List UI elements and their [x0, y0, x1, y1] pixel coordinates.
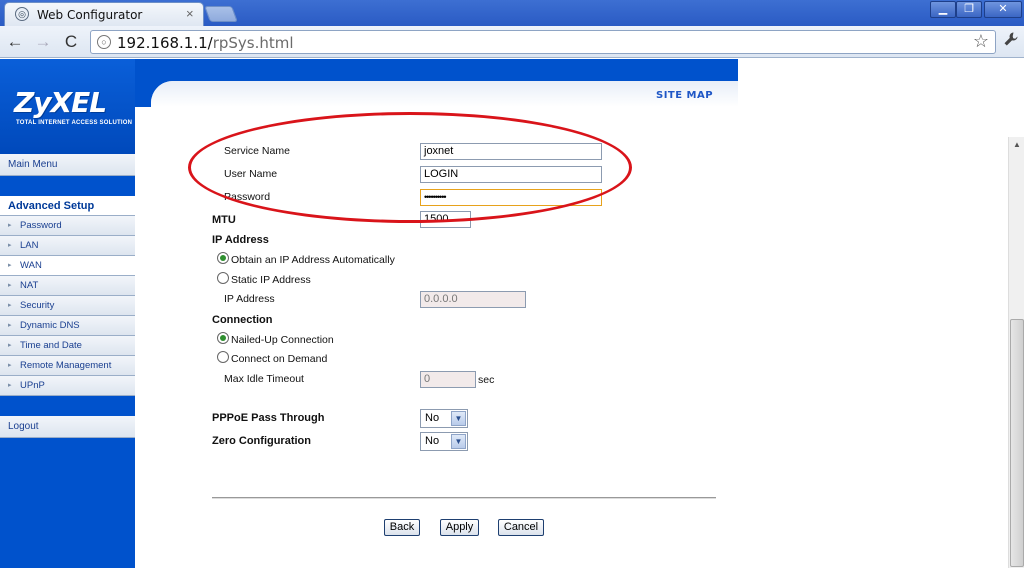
- address-bar[interactable]: ○ 192.168.1.1/rpSys.html ☆: [90, 30, 996, 54]
- zero-configuration-select[interactable]: No ▼: [420, 432, 468, 451]
- pppoe-pass-through-select[interactable]: No ▼: [420, 409, 468, 428]
- scroll-up-arrow-icon[interactable]: ▲: [1009, 137, 1024, 153]
- static-ip-radio[interactable]: [217, 272, 229, 284]
- maximize-button[interactable]: ❐: [956, 1, 982, 18]
- zero-configuration-value: No: [425, 435, 440, 447]
- user-name-input[interactable]: LOGIN: [420, 166, 602, 183]
- service-name-input[interactable]: joxnet: [420, 143, 602, 160]
- forward-arrow-icon[interactable]: →: [32, 31, 54, 53]
- router-config-page: ZyXEL TOTAL INTERNET ACCESS SOLUTION Mai…: [0, 59, 1024, 568]
- logo-tagline: TOTAL INTERNET ACCESS SOLUTION: [16, 120, 133, 126]
- sidebar-item-dynamic-dns[interactable]: Dynamic DNS: [0, 316, 135, 336]
- connect-on-demand-label: Connect on Demand: [231, 353, 328, 365]
- bookmark-star-icon[interactable]: ☆: [973, 31, 989, 52]
- sidebar-item-main-menu[interactable]: Main Menu: [0, 154, 135, 176]
- max-idle-timeout-label: Max Idle Timeout: [224, 373, 304, 385]
- sidebar-item-security[interactable]: Security: [0, 296, 135, 316]
- sidebar-menu: Main Menu Advanced Setup Password LAN WA…: [0, 154, 135, 438]
- chevron-down-icon: ▼: [451, 411, 466, 426]
- url-host: 192.168.1.1/: [117, 34, 213, 52]
- obtain-ip-auto-label: Obtain an IP Address Automatically: [231, 254, 395, 266]
- user-name-label: User Name: [224, 168, 278, 180]
- zero-configuration-label: Zero Configuration: [212, 435, 311, 447]
- ip-address-input[interactable]: 0.0.0.0: [420, 291, 526, 308]
- vertical-scrollbar[interactable]: ▲: [1008, 137, 1024, 568]
- sidebar-item-lan[interactable]: LAN: [0, 236, 135, 256]
- sidebar-item-upnp[interactable]: UPnP: [0, 376, 135, 396]
- sidebar-item-remote-management[interactable]: Remote Management: [0, 356, 135, 376]
- scrollbar-thumb[interactable]: [1010, 319, 1024, 567]
- sidebar-item-nat[interactable]: NAT: [0, 276, 135, 296]
- sidebar-item-password[interactable]: Password: [0, 216, 135, 236]
- sidebar: ZyXEL TOTAL INTERNET ACCESS SOLUTION Mai…: [0, 59, 135, 568]
- cancel-button[interactable]: Cancel: [498, 519, 544, 536]
- menu-gap: [0, 396, 135, 416]
- close-tab-icon[interactable]: ×: [186, 6, 194, 21]
- seconds-unit-label: sec: [478, 374, 495, 386]
- service-name-label: Service Name: [224, 145, 290, 157]
- browser-tab[interactable]: ◎ Web Configurator ×: [4, 2, 204, 26]
- menu-gap: [0, 176, 135, 196]
- minimize-button[interactable]: ▁: [930, 1, 956, 18]
- url-path: rpSys.html: [212, 34, 294, 52]
- back-arrow-icon[interactable]: ←: [4, 31, 26, 53]
- apply-button[interactable]: Apply: [440, 519, 479, 536]
- chevron-down-icon: ▼: [451, 434, 466, 449]
- globe-icon: ◎: [15, 7, 29, 21]
- connect-on-demand-radio[interactable]: [217, 351, 229, 363]
- sidebar-item-wan[interactable]: WAN: [0, 256, 135, 276]
- max-idle-timeout-input[interactable]: 0: [420, 371, 476, 388]
- connection-section-title: Connection: [212, 314, 273, 326]
- obtain-ip-auto-radio[interactable]: [217, 252, 229, 264]
- sidebar-item-logout[interactable]: Logout: [0, 416, 135, 438]
- zyxel-logo: ZyXEL: [14, 86, 107, 119]
- mtu-input[interactable]: 1500: [420, 211, 471, 228]
- site-map-link[interactable]: SITE MAP: [656, 90, 713, 101]
- back-button[interactable]: Back: [384, 519, 420, 536]
- browser-toolbar: ← → C ○ 192.168.1.1/rpSys.html ☆: [0, 26, 1024, 58]
- close-window-button[interactable]: ✕: [984, 1, 1022, 18]
- pppoe-pass-through-label: PPPoE Pass Through: [212, 412, 325, 424]
- nailed-up-label: Nailed-Up Connection: [231, 334, 334, 346]
- browser-titlebar: ◎ Web Configurator × ▁ ❐ ✕: [0, 0, 1024, 26]
- pppoe-pass-through-value: No: [425, 412, 440, 424]
- logo-area: ZyXEL TOTAL INTERNET ACCESS SOLUTION: [0, 59, 135, 154]
- static-ip-label: Static IP Address: [231, 274, 311, 286]
- sitemap-bar: [151, 81, 738, 107]
- ip-address-label: IP Address: [224, 293, 275, 305]
- url-text: 192.168.1.1/rpSys.html: [117, 34, 294, 52]
- reload-icon[interactable]: C: [60, 31, 82, 53]
- tab-title: Web Configurator: [37, 8, 143, 22]
- password-label: Password: [224, 191, 271, 203]
- sidebar-item-time-and-date[interactable]: Time and Date: [0, 336, 135, 356]
- page-icon: ○: [97, 35, 111, 49]
- ip-address-section-title: IP Address: [212, 234, 269, 246]
- form-divider: [212, 497, 716, 499]
- wrench-icon[interactable]: [1000, 30, 1022, 54]
- new-tab-button[interactable]: [204, 6, 238, 22]
- password-input[interactable]: ••••••••••: [420, 189, 602, 206]
- nailed-up-radio[interactable]: [217, 332, 229, 344]
- mtu-label: MTU: [212, 214, 236, 226]
- sidebar-section-advanced-setup[interactable]: Advanced Setup: [0, 196, 135, 216]
